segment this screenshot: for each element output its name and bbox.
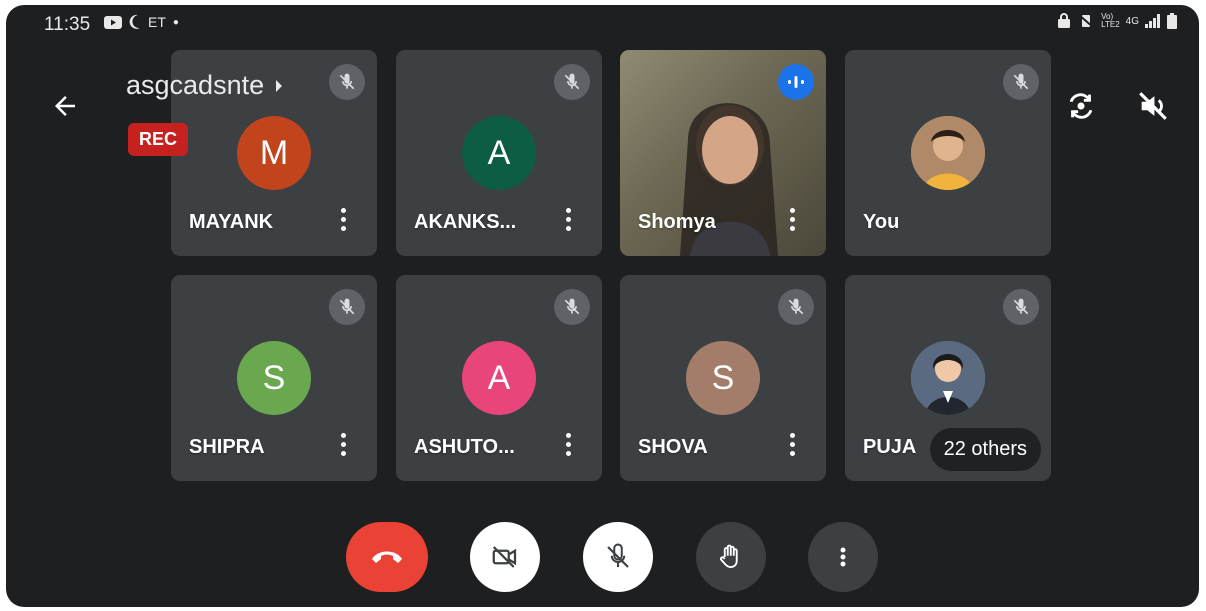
participant-tile[interactable]: A ASHUTO... xyxy=(396,275,602,481)
meeting-name: asgcadsnte xyxy=(126,70,265,100)
avatar: A xyxy=(462,341,536,415)
participant-name: AKANKS... xyxy=(414,211,517,233)
recording-badge: REC xyxy=(128,123,189,156)
back-button[interactable] xyxy=(50,91,80,121)
status-left-icons: ET ● xyxy=(104,14,179,30)
participant-tile-video[interactable]: Shomya xyxy=(620,50,826,256)
participant-name: Shomya xyxy=(638,211,716,233)
person-photo xyxy=(911,116,985,190)
avatar: A xyxy=(462,116,536,190)
muted-indicator xyxy=(1003,64,1039,100)
status-bar: 11:35 ET ● Vo) LTE2 4G xyxy=(6,5,1199,39)
avatar-initial: A xyxy=(487,133,511,172)
more-options-button[interactable] xyxy=(808,522,878,592)
mic-off-icon xyxy=(607,543,629,568)
participant-more-button[interactable] xyxy=(566,433,572,457)
mic-off-icon xyxy=(788,298,804,315)
volte-label: Vo) LTE2 xyxy=(1101,12,1120,29)
carrier-text: ET xyxy=(148,14,166,30)
raise-hand-button[interactable] xyxy=(696,522,766,592)
others-count-chip[interactable]: 22 others xyxy=(929,428,1041,471)
muted-indicator xyxy=(329,64,365,100)
muted-indicator xyxy=(778,289,814,325)
muted-indicator xyxy=(329,289,365,325)
participant-name: SHIPRA xyxy=(189,436,265,458)
arrow-left-icon xyxy=(55,96,75,116)
youtube-notification-icon xyxy=(104,15,122,29)
mic-off-icon xyxy=(1013,73,1029,90)
vibrate-mute-icon xyxy=(1078,14,1094,28)
network-type: 4G xyxy=(1125,15,1139,27)
participant-tile[interactable]: A AKANKS... xyxy=(396,50,602,256)
volume-off-icon xyxy=(1139,92,1167,120)
participant-tile[interactable]: You xyxy=(845,50,1051,256)
participant-tile[interactable]: PUJA 22 others xyxy=(845,275,1051,481)
signal-icon xyxy=(1145,14,1160,28)
avatar-initial: S xyxy=(262,358,286,397)
avatar: S xyxy=(686,341,760,415)
participant-name: PUJA xyxy=(863,436,917,458)
muted-indicator xyxy=(1003,289,1039,325)
meeting-title-button[interactable]: asgcadsnte xyxy=(126,70,284,101)
speaker-off-button[interactable] xyxy=(1136,89,1170,123)
mic-off-icon xyxy=(564,73,580,90)
switch-camera-button[interactable] xyxy=(1064,89,1098,123)
mic-off-icon xyxy=(339,73,355,90)
raise-hand-icon xyxy=(720,544,738,568)
avatar-initial: S xyxy=(711,358,735,397)
participant-more-button[interactable] xyxy=(341,433,347,457)
participant-name: You xyxy=(863,211,900,233)
phone-hangup-icon xyxy=(372,551,402,563)
mic-off-icon xyxy=(1013,298,1029,315)
battery-icon xyxy=(1167,13,1177,29)
status-time: 11:35 xyxy=(44,14,91,35)
end-call-button[interactable] xyxy=(346,522,428,592)
participant-more-button[interactable] xyxy=(341,208,347,232)
participant-name: ASHUTO... xyxy=(414,436,515,458)
lock-icon xyxy=(1058,13,1071,28)
chevron-right-icon xyxy=(276,79,283,92)
mic-off-icon xyxy=(564,298,580,315)
participant-more-button[interactable] xyxy=(790,433,796,457)
participant-more-button[interactable] xyxy=(566,208,572,232)
camera-off-icon xyxy=(492,546,517,568)
dot-icon: ● xyxy=(172,16,179,28)
profile-photo xyxy=(911,116,985,190)
mic-toggle-button[interactable] xyxy=(583,522,653,592)
avatar-initial: M xyxy=(259,133,289,172)
participant-name: MAYANK xyxy=(189,211,274,233)
avatar-initial: A xyxy=(487,358,511,397)
participant-name: SHOVA xyxy=(638,436,708,458)
switch-camera-icon xyxy=(1069,93,1093,119)
participant-more-button[interactable] xyxy=(790,208,796,232)
participant-tile[interactable]: S SHOVA xyxy=(620,275,826,481)
audio-level-icon xyxy=(788,76,804,88)
more-vert-icon xyxy=(840,547,846,567)
camera-toggle-button[interactable] xyxy=(470,522,540,592)
muted-indicator xyxy=(554,289,590,325)
profile-photo xyxy=(911,341,985,415)
speaking-indicator xyxy=(778,64,814,100)
participant-tile[interactable]: S SHIPRA xyxy=(171,275,377,481)
person-photo xyxy=(911,341,985,415)
mic-off-icon xyxy=(339,298,355,315)
avatar: S xyxy=(237,341,311,415)
status-right-icons: Vo) LTE2 4G xyxy=(1057,13,1177,29)
muted-indicator xyxy=(554,64,590,100)
moon-icon xyxy=(129,14,140,29)
avatar: M xyxy=(237,116,311,190)
meet-call-screen: 11:35 ET ● Vo) LTE2 4G M MAYANK A AKANKS… xyxy=(6,5,1199,607)
